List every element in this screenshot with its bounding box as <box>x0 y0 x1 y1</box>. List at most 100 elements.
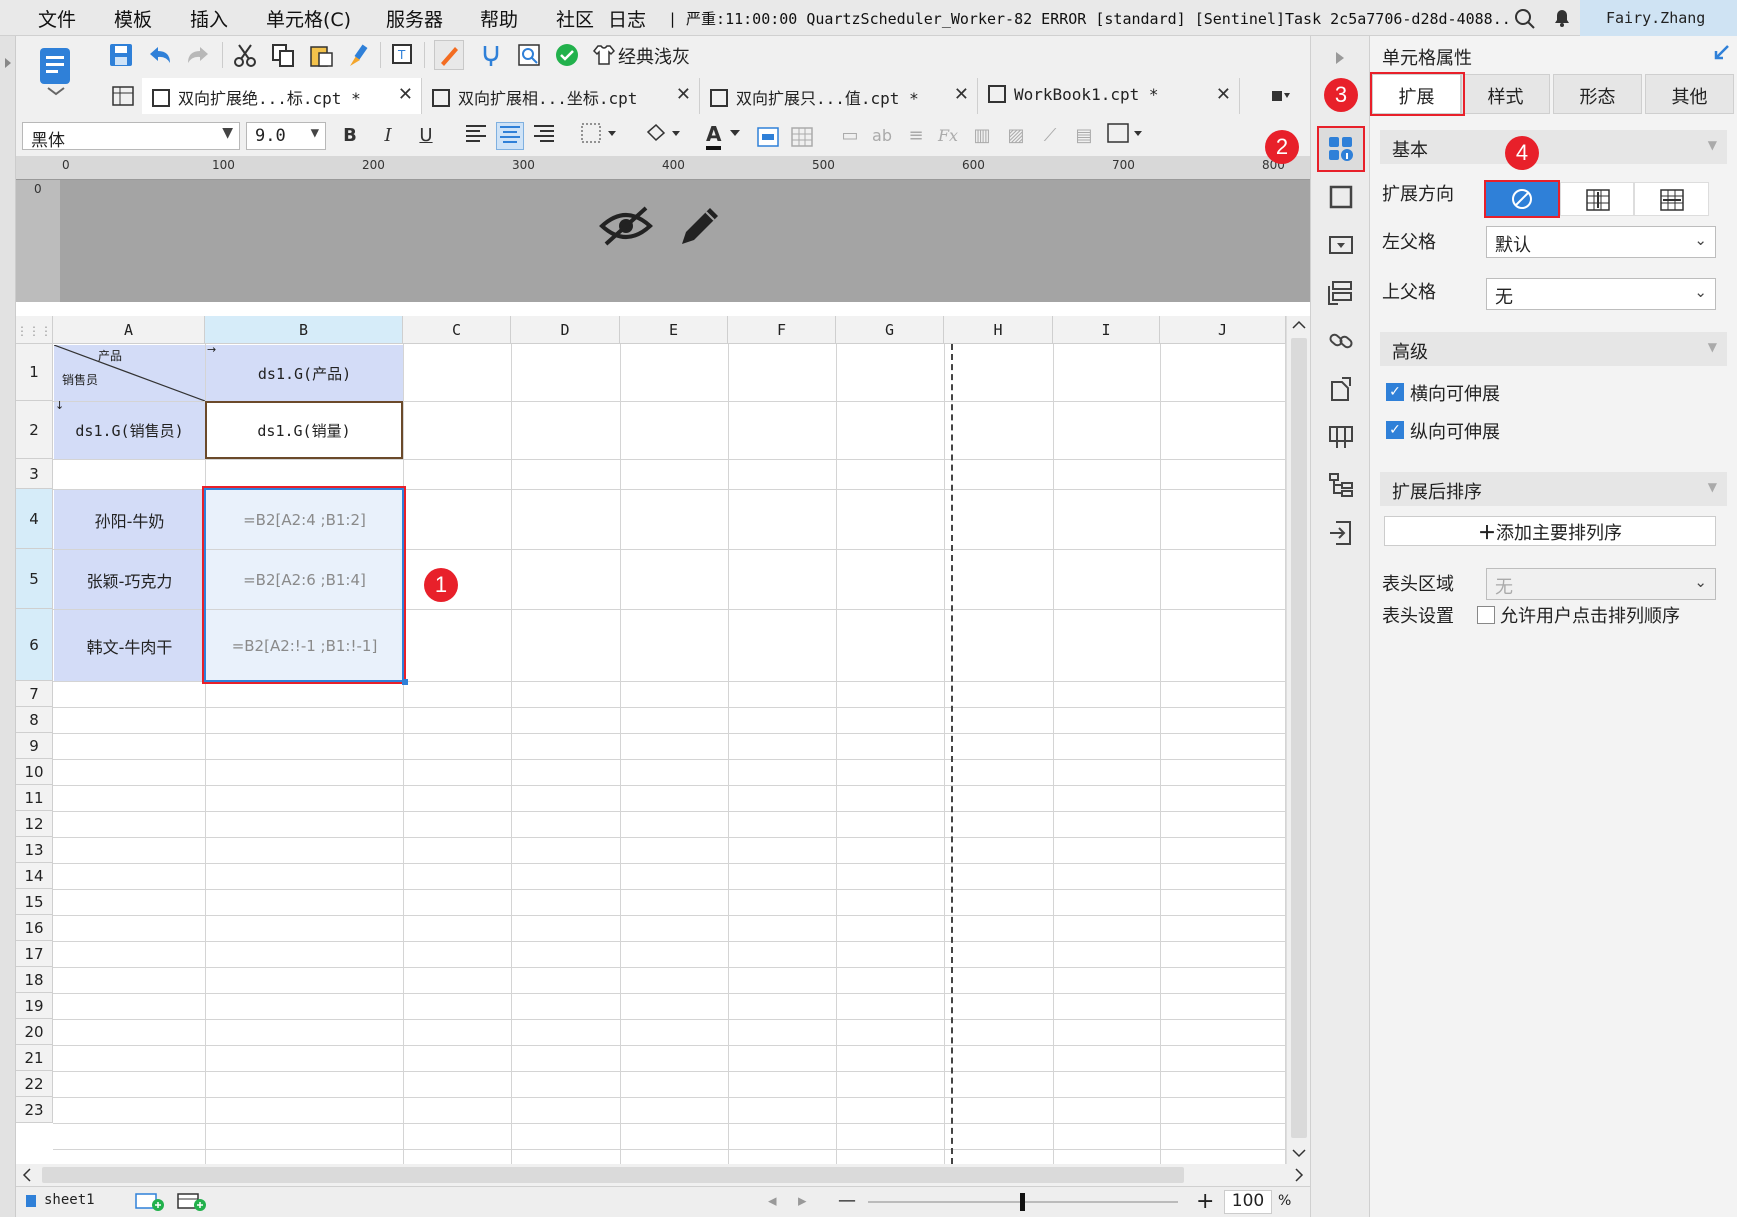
cut-icon[interactable] <box>232 42 258 68</box>
col-header-a[interactable]: A <box>53 316 205 344</box>
check-ok-icon[interactable] <box>554 42 580 68</box>
prev-page-icon[interactable]: ◂ <box>768 1191 777 1211</box>
sheet-tab[interactable]: sheet1 <box>44 1192 95 1208</box>
close-icon[interactable]: ✕ <box>954 84 969 105</box>
condition-attribute-icon[interactable] <box>1328 280 1354 306</box>
row-header[interactable]: 14 <box>16 863 53 889</box>
horizontal-scroll-thumb[interactable] <box>42 1167 1184 1183</box>
dock-arrow-icon[interactable] <box>1712 44 1730 62</box>
zoom-value-input[interactable]: 100 <box>1224 1190 1272 1214</box>
row-header[interactable]: 17 <box>16 941 53 967</box>
tab-form[interactable]: 形态 <box>1553 74 1642 114</box>
merge-button[interactable]: ▭ <box>836 122 864 150</box>
slash-button[interactable]: ⟋ <box>1036 122 1064 150</box>
copy-icon[interactable] <box>270 42 296 68</box>
underline-button[interactable]: U <box>412 122 440 150</box>
section-sort[interactable]: 扩展后排序 ▼ <box>1380 472 1727 506</box>
row-header[interactable]: 6 <box>16 609 53 681</box>
section-basic[interactable]: 基本 ▼ <box>1380 130 1727 164</box>
cell-a4[interactable]: 孙阳-牛奶 <box>54 490 205 549</box>
scroll-left-icon[interactable] <box>22 1168 32 1182</box>
left-collapse-rail[interactable] <box>0 36 16 1217</box>
row-header[interactable]: 3 <box>16 459 53 489</box>
row-header[interactable]: 23 <box>16 1097 53 1123</box>
col-header-d[interactable]: D <box>511 316 620 344</box>
menu-file[interactable]: 文件 <box>38 5 76 32</box>
hide-eye-icon[interactable] <box>598 202 654 248</box>
menu-community[interactable]: 社区 <box>556 5 594 32</box>
cell-a2[interactable]: ds1.G(销售员) <box>54 402 205 459</box>
image-button[interactable]: ▨ <box>1002 122 1030 150</box>
cell-b2[interactable]: ds1.G(销量) <box>205 401 403 459</box>
zoom-slider-thumb[interactable] <box>1020 1193 1025 1211</box>
menu-help[interactable]: 帮助 <box>480 5 518 32</box>
theme-label[interactable]: 经典浅灰 <box>618 43 690 69</box>
tab-file-3[interactable]: 双向扩展只...值.cpt * ✕ <box>700 78 978 114</box>
tree-structure-icon[interactable] <box>1328 472 1354 498</box>
select-all-corner[interactable]: ⋮⋮⋮ <box>16 316 53 344</box>
hyperlink-icon[interactable] <box>1328 328 1354 354</box>
tab-file-4[interactable]: WorkBook1.cpt * ✕ <box>978 78 1240 114</box>
insert-cell-icon[interactable] <box>756 126 782 150</box>
zoom-out-button[interactable]: — <box>838 1190 856 1211</box>
h-stretch-checkbox[interactable]: ✓ <box>1386 383 1404 401</box>
row-header[interactable]: 10 <box>16 759 53 785</box>
row-header[interactable]: 15 <box>16 889 53 915</box>
font-name-select[interactable]: 黑体 ▼ <box>22 122 240 151</box>
menu-insert[interactable]: 插入 <box>190 5 228 32</box>
row-header[interactable]: 1 <box>16 344 53 401</box>
v-stretch-checkbox[interactable]: ✓ <box>1386 421 1404 439</box>
row-header[interactable]: 4 <box>16 489 53 549</box>
row-header[interactable]: 20 <box>16 1019 53 1045</box>
cell-a6[interactable]: 韩文-牛肉干 <box>54 610 205 681</box>
font-color-dropdown[interactable]: A <box>700 120 744 150</box>
border-dropdown[interactable] <box>578 122 622 150</box>
list-button[interactable]: ≡ <box>902 122 930 150</box>
row-header[interactable]: 13 <box>16 837 53 863</box>
row-header[interactable]: 21 <box>16 1045 53 1071</box>
row-header[interactable]: 5 <box>16 549 53 609</box>
scroll-down-icon[interactable] <box>1292 1148 1306 1158</box>
data-column-icon[interactable] <box>1328 424 1354 450</box>
row-header[interactable]: 11 <box>16 785 53 811</box>
search-icon[interactable] <box>1514 8 1536 30</box>
menu-log[interactable]: 日志 <box>608 5 646 32</box>
save-icon[interactable] <box>108 42 134 68</box>
col-header-j[interactable]: J <box>1160 316 1286 344</box>
add-sort-button[interactable]: ＋添加主要排列序 <box>1384 516 1716 546</box>
tab-menu-icon[interactable] <box>1270 86 1292 106</box>
section-advanced[interactable]: 高级 ▼ <box>1380 332 1727 366</box>
scroll-right-icon[interactable] <box>1294 1168 1304 1182</box>
expand-horizontal-button[interactable] <box>1634 182 1709 216</box>
align-left-button[interactable] <box>462 122 490 150</box>
expand-vertical-button[interactable] <box>1560 182 1634 216</box>
horizontal-scrollbar[interactable] <box>16 1164 1310 1186</box>
bold-button[interactable]: B <box>336 122 364 150</box>
widget-icon[interactable] <box>1328 232 1354 258</box>
col-header-g[interactable]: G <box>836 316 944 344</box>
pen-tool-button[interactable] <box>434 40 464 70</box>
align-right-button[interactable] <box>530 122 558 150</box>
frame-dropdown[interactable] <box>1104 122 1148 150</box>
align-center-button[interactable] <box>496 122 524 150</box>
tab-file-2[interactable]: 双向扩展相...坐标.cpt ✕ <box>422 78 700 114</box>
row-header[interactable]: 16 <box>16 915 53 941</box>
user-name[interactable]: Fairy.Zhang <box>1580 0 1737 36</box>
table-icon[interactable] <box>790 126 816 150</box>
collapse-panel-arrow-icon[interactable] <box>1333 50 1347 66</box>
close-icon[interactable]: ✕ <box>676 84 691 105</box>
zoom-in-button[interactable]: + <box>1196 1189 1214 1214</box>
col-header-h[interactable]: H <box>944 316 1053 344</box>
row-header[interactable]: 9 <box>16 733 53 759</box>
bell-icon[interactable] <box>1551 7 1573 29</box>
menu-template[interactable]: 模板 <box>114 5 152 32</box>
search-data-icon[interactable] <box>516 42 542 68</box>
row-header[interactable]: 19 <box>16 993 53 1019</box>
font-size-select[interactable]: 9.0 ▼ <box>246 122 326 150</box>
row-header[interactable]: 8 <box>16 707 53 733</box>
tab-file-1[interactable]: 双向扩展绝...标.cpt * ✕ <box>142 78 422 114</box>
preview-icon[interactable]: T <box>390 42 416 68</box>
menu-server[interactable]: 服务器 <box>386 5 443 32</box>
tab-style[interactable]: 样式 <box>1461 74 1550 114</box>
format-painter-icon[interactable] <box>346 42 372 68</box>
